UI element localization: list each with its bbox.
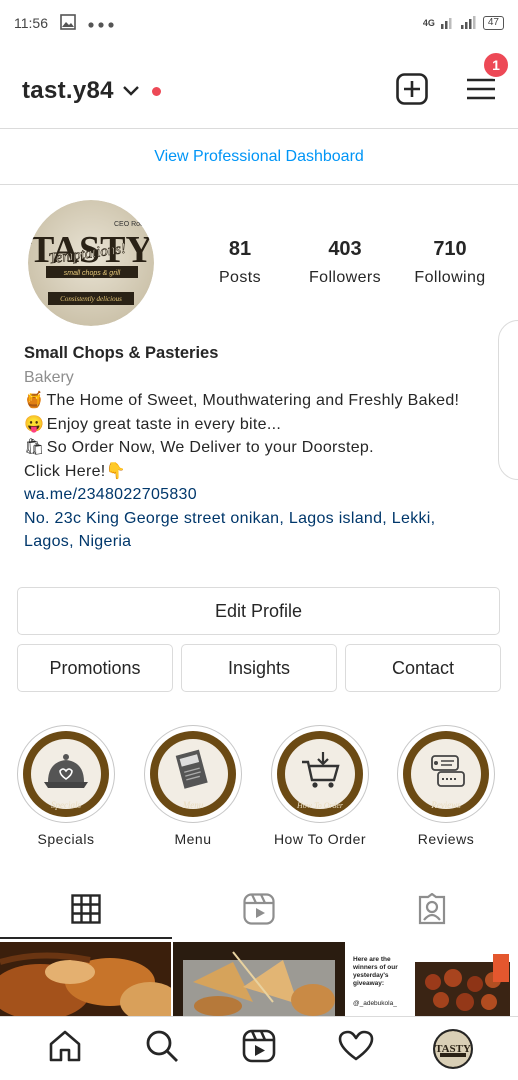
nav-profile[interactable]: TASTY: [427, 1023, 479, 1075]
battery-icon: 47: [482, 16, 504, 30]
reels-icon: [242, 1029, 276, 1068]
nav-home[interactable]: [39, 1023, 91, 1075]
professional-dashboard-link[interactable]: View Professional Dashboard: [0, 129, 518, 184]
highlight-ring-text: Specials: [51, 800, 81, 810]
highlight-ring: Reviews: [397, 725, 495, 823]
highlight-menu[interactable]: Menu Menu: [143, 725, 243, 847]
followers-label: Followers: [308, 269, 382, 286]
highlight-ring-text: Reviews: [430, 800, 461, 810]
active-tab-indicator: [0, 937, 172, 939]
insights-button[interactable]: Insights: [181, 644, 337, 692]
highlight-specials[interactable]: Specials Specials: [16, 725, 116, 847]
highlight-reviews[interactable]: Reviews Reviews: [396, 725, 496, 847]
posts-stat[interactable]: 81 Posts: [190, 238, 290, 287]
profile-avatar[interactable]: CEO Roche TASTY Temptations! small chops…: [28, 200, 154, 326]
avatar: TASTY: [433, 1028, 474, 1069]
search-icon: [145, 1029, 179, 1068]
honey-pot-icon: 🍯: [24, 392, 45, 409]
following-stat[interactable]: 710 Following: [400, 238, 500, 287]
grid-icon: [71, 893, 101, 929]
tab-reels[interactable]: [173, 884, 345, 938]
gallery-icon: [60, 13, 76, 33]
bio-website-link[interactable]: wa.me/2348022705830: [24, 483, 504, 507]
tongue-face-icon: 😛: [24, 415, 45, 433]
bio-line: 😛 Enjoy great taste in every bite...: [24, 413, 504, 437]
highlight-label: How To Order: [273, 831, 367, 847]
more-notifications-icon: [88, 15, 114, 31]
post-caption: Here are the winners of our yesterday's …: [353, 956, 398, 987]
avatar-ceo-text: CEO Roche: [114, 221, 151, 228]
grid-post[interactable]: Here are the winners of our yesterday's …: [347, 942, 518, 1016]
post-handle: @_adebukola_: [353, 1000, 397, 1007]
highlight-label: Specials: [37, 831, 95, 847]
posts-label: Posts: [218, 269, 261, 286]
menu-icon[interactable]: 1: [466, 50, 510, 106]
shopping-bags-icon: 🛍: [24, 439, 45, 456]
bottom-navigation: TASTY: [0, 1016, 518, 1080]
notification-dot: [151, 86, 161, 96]
address-line: No. 23c King George street onikan, Lagos…: [24, 509, 436, 527]
address-line: Lagos, Nigeria: [24, 533, 132, 550]
create-post-icon[interactable]: [396, 72, 428, 110]
bio-line-text: Enjoy great taste in every bite...: [46, 415, 282, 433]
profile-stats: 81 Posts 403 Followers 710 Following: [190, 238, 500, 287]
avatar-tag-text: Consistently delicious: [60, 295, 122, 303]
edit-profile-button[interactable]: Edit Profile: [17, 587, 500, 635]
highlight-ring-text: Menu: [182, 800, 204, 810]
highlight-ring: Specials: [17, 725, 115, 823]
status-bar: 11:56 4G 47: [0, 0, 518, 46]
highlight-ring: Menu: [144, 725, 242, 823]
followers-count: 403: [328, 238, 362, 260]
bio-line-text: The Home of Sweet, Mouthwatering and Fre…: [46, 392, 460, 409]
nav-activity[interactable]: [330, 1023, 382, 1075]
bio-line-text: So Order Now, We Deliver to your Doorste…: [46, 439, 374, 456]
signal-icon: [440, 15, 477, 32]
status-time: 11:56: [14, 15, 48, 31]
chevron-down-icon[interactable]: [122, 85, 140, 97]
nav-reels[interactable]: [233, 1023, 285, 1075]
promotions-button[interactable]: Promotions: [17, 644, 173, 692]
notification-badge: 1: [482, 50, 510, 79]
bio-line: Click Here!👇: [24, 462, 126, 480]
grid-post[interactable]: [173, 942, 345, 1016]
heart-icon: [338, 1030, 374, 1067]
followers-stat[interactable]: 403 Followers: [295, 238, 395, 287]
following-label: Following: [414, 269, 486, 286]
profile-bio: Small Chops & Pasteries Bakery 🍯 The Hom…: [24, 342, 504, 554]
reels-icon: [243, 892, 275, 930]
tab-tagged[interactable]: [346, 884, 518, 938]
contact-button[interactable]: Contact: [345, 644, 501, 692]
bio-line: 🛍 So Order Now, We Deliver to your Doors…: [24, 436, 504, 460]
highlight-ring-text: How To Order: [296, 801, 344, 810]
username[interactable]: tast.y84: [22, 77, 114, 105]
profile-header: tast.y84 1: [0, 50, 518, 124]
highlight-ring: How To Order: [271, 725, 369, 823]
divider: [0, 184, 518, 185]
bio-category: Bakery: [24, 368, 74, 386]
avatar-sub-text: small chops & grill: [64, 270, 121, 277]
bio-name: Small Chops & Pasteries: [24, 344, 219, 362]
posts-count: 81: [228, 238, 252, 260]
network-label: 4G: [422, 18, 435, 28]
home-icon: [48, 1029, 82, 1068]
tagged-icon: [416, 892, 448, 930]
highlight-label: Menu: [174, 831, 212, 847]
highlight-label: Reviews: [417, 831, 475, 847]
bio-line: 🍯 The Home of Sweet, Mouthwatering and F…: [24, 389, 504, 413]
grid-post[interactable]: [0, 942, 171, 1016]
highlight-how-to-order[interactable]: How To Order How To Order: [270, 725, 370, 847]
bio-address-link[interactable]: No. 23c King George street onikan, Lagos…: [24, 507, 504, 554]
nav-search[interactable]: [136, 1023, 188, 1075]
tab-grid[interactable]: [0, 884, 172, 938]
following-count: 710: [433, 238, 467, 260]
